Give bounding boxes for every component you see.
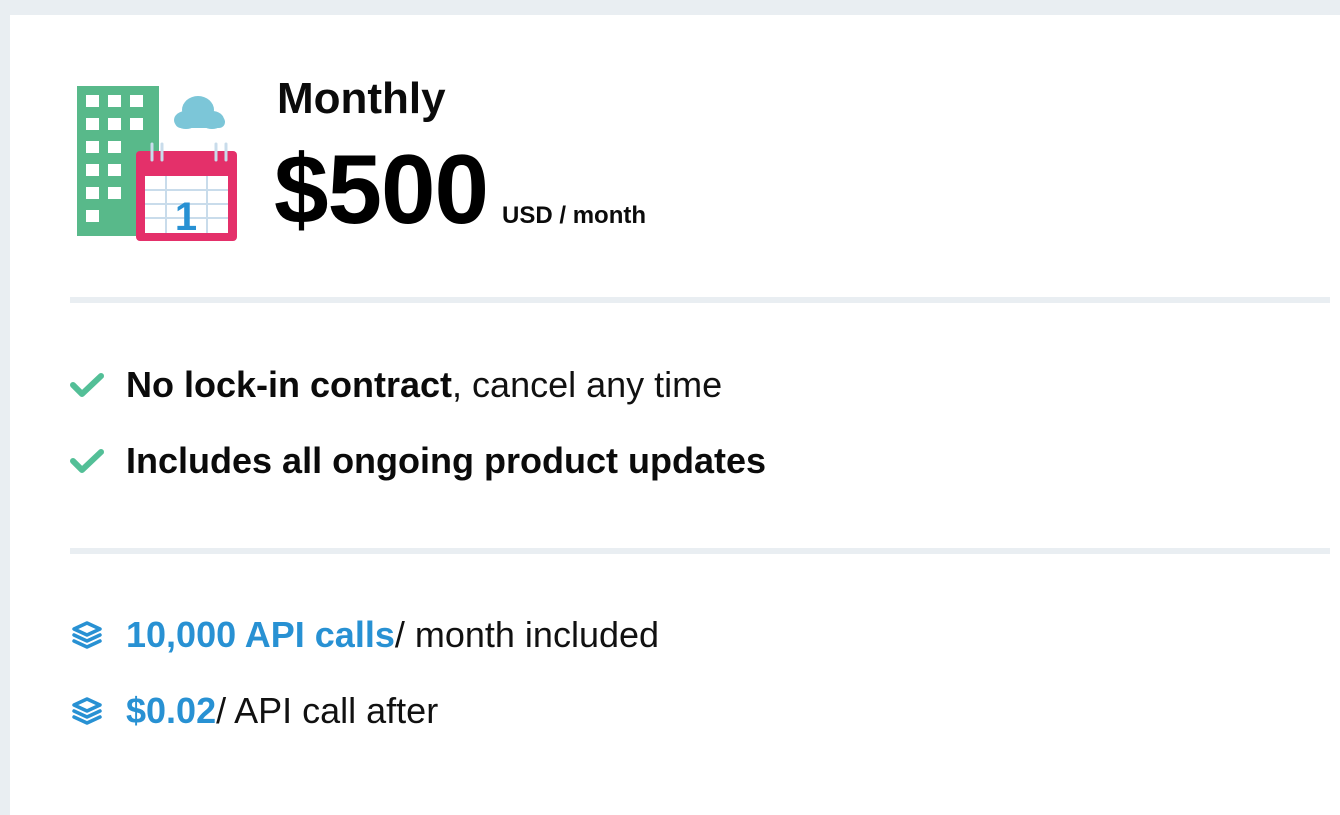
usage-highlight: 10,000 API calls [126, 614, 395, 655]
usage-item: 10,000 API calls / month included [70, 614, 659, 656]
plan-illustration: 1 [77, 86, 237, 241]
divider [70, 297, 1330, 303]
calendar-icon: 1 [136, 142, 237, 241]
feature-text: , cancel any time [452, 364, 723, 405]
feature-highlight: No lock-in contract [126, 364, 453, 405]
plan-price: $500 [274, 134, 489, 244]
calendar-day: 1 [175, 195, 197, 239]
pricing-card: 1 Monthly $500 USD / month No lock-in co… [10, 15, 1340, 815]
check-icon [70, 444, 104, 478]
divider [70, 548, 1330, 554]
feature-highlight: Includes all ongoing product updates [126, 440, 767, 481]
feature-item: No lock-in contract, cancel any time [70, 364, 722, 406]
feature-item: Includes all ongoing product updates [70, 440, 766, 482]
usage-text: / month included [394, 614, 660, 655]
check-icon [70, 368, 104, 402]
price-period: USD / month [502, 202, 647, 229]
price-row: $500 USD / month [274, 140, 646, 238]
plan-name: Monthly [277, 74, 446, 123]
usage-item: $0.02 / API call after [70, 690, 438, 732]
layers-icon [70, 694, 104, 728]
usage-highlight: $0.02 [126, 690, 217, 731]
cloud-icon [174, 96, 225, 129]
usage-text: / API call after [216, 690, 439, 731]
layers-icon [70, 618, 104, 652]
